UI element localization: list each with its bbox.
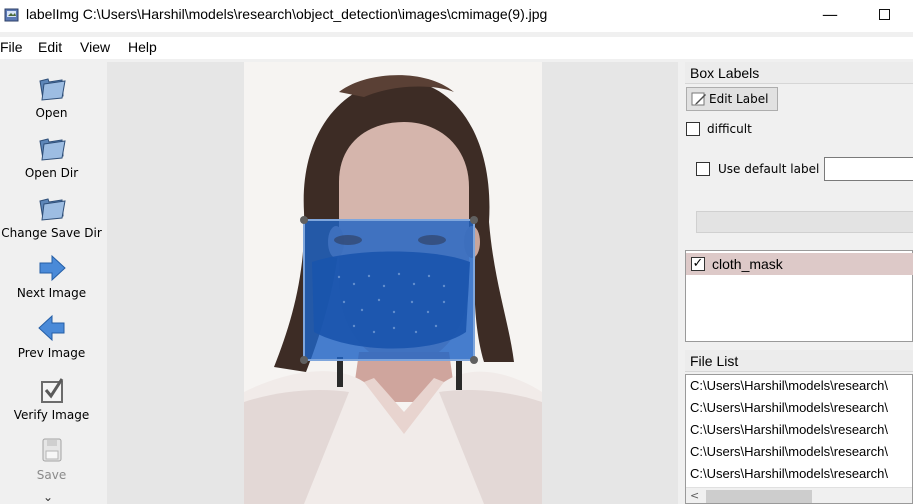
list-item[interactable]: ✓ cloth_mask xyxy=(686,253,913,275)
window-title: labelImg C:\Users\Harshil\models\researc… xyxy=(26,6,548,22)
menu-view[interactable]: View xyxy=(80,39,110,55)
use-default-label-label: Use default label xyxy=(718,162,820,176)
edit-label-text: Edit Label xyxy=(709,92,769,106)
menu-bar: File Edit View Help xyxy=(0,37,913,59)
folder-open-icon xyxy=(38,138,66,161)
scrollbar-thumb[interactable] xyxy=(706,490,812,503)
file-list-item[interactable]: C:\Users\Harshil\models\research\ xyxy=(690,400,888,415)
menu-file[interactable]: File xyxy=(0,39,23,55)
menu-help[interactable]: Help xyxy=(128,39,157,55)
menu-edit[interactable]: Edit xyxy=(38,39,62,55)
next-image-button[interactable]: Next Image xyxy=(0,252,103,300)
verify-image-label: Verify Image xyxy=(13,408,90,422)
portrait-image xyxy=(244,62,542,504)
folder-open-icon xyxy=(38,198,66,221)
box-labels-header: Box Labels xyxy=(685,62,913,84)
file-list-item[interactable]: C:\Users\Harshil\models\research\ xyxy=(690,466,888,481)
file-list-item[interactable]: C:\Users\Harshil\models\research\ xyxy=(690,422,888,437)
pencil-icon xyxy=(691,92,706,106)
edit-label-button[interactable]: Edit Label xyxy=(686,87,778,111)
file-list-header: File List xyxy=(685,350,913,372)
maximize-icon xyxy=(878,9,890,20)
app-icon xyxy=(4,8,19,22)
chevron-down-icon[interactable]: ⌄ xyxy=(43,490,53,504)
file-list-item[interactable]: C:\Users\Harshil\models\research\ xyxy=(690,378,888,393)
arrow-left-icon xyxy=(37,314,64,342)
default-label-input[interactable] xyxy=(824,157,913,181)
prev-image-button[interactable]: Prev Image xyxy=(0,312,103,360)
floppy-disk-icon xyxy=(42,438,61,462)
minimize-button[interactable]: — xyxy=(810,4,850,26)
difficult-checkbox[interactable] xyxy=(686,122,700,136)
save-label: Save xyxy=(36,468,67,482)
image-canvas[interactable] xyxy=(107,62,678,504)
open-dir-label: Open Dir xyxy=(24,166,79,180)
use-default-label-checkbox[interactable] xyxy=(696,162,710,176)
folder-open-icon xyxy=(38,78,66,101)
difficult-label: difficult xyxy=(707,122,752,136)
next-image-label: Next Image xyxy=(16,286,87,300)
prev-image-label: Prev Image xyxy=(17,346,86,360)
save-button[interactable]: Save xyxy=(0,434,103,482)
file-list[interactable]: C:\Users\Harshil\models\research\ C:\Use… xyxy=(685,374,913,504)
maximize-button[interactable] xyxy=(864,4,904,26)
label-name: cloth_mask xyxy=(712,256,783,272)
checkbox-icon xyxy=(40,378,63,403)
label-list[interactable]: ✓ cloth_mask xyxy=(685,250,913,342)
photo xyxy=(244,62,542,504)
verify-image-button[interactable]: Verify Image xyxy=(0,374,103,422)
change-save-dir-label: Change Save Dir xyxy=(1,226,102,240)
change-save-dir-button[interactable]: Change Save Dir xyxy=(0,192,103,240)
open-dir-button[interactable]: Open Dir xyxy=(0,132,103,180)
file-list-item[interactable]: C:\Users\Harshil\models\research\ xyxy=(690,444,888,459)
arrow-right-icon xyxy=(39,254,66,282)
open-label: Open xyxy=(35,106,68,120)
horizontal-scrollbar[interactable]: < xyxy=(686,487,912,503)
title-bar: labelImg C:\Users\Harshil\models\researc… xyxy=(0,0,913,32)
open-button[interactable]: Open xyxy=(0,72,103,120)
toolbar: Open Open Dir Change Save Dir Next Image… xyxy=(0,62,103,504)
scroll-left-icon[interactable]: < xyxy=(690,489,699,502)
label-checkbox[interactable]: ✓ xyxy=(691,257,705,271)
label-combo-box[interactable] xyxy=(696,211,913,233)
